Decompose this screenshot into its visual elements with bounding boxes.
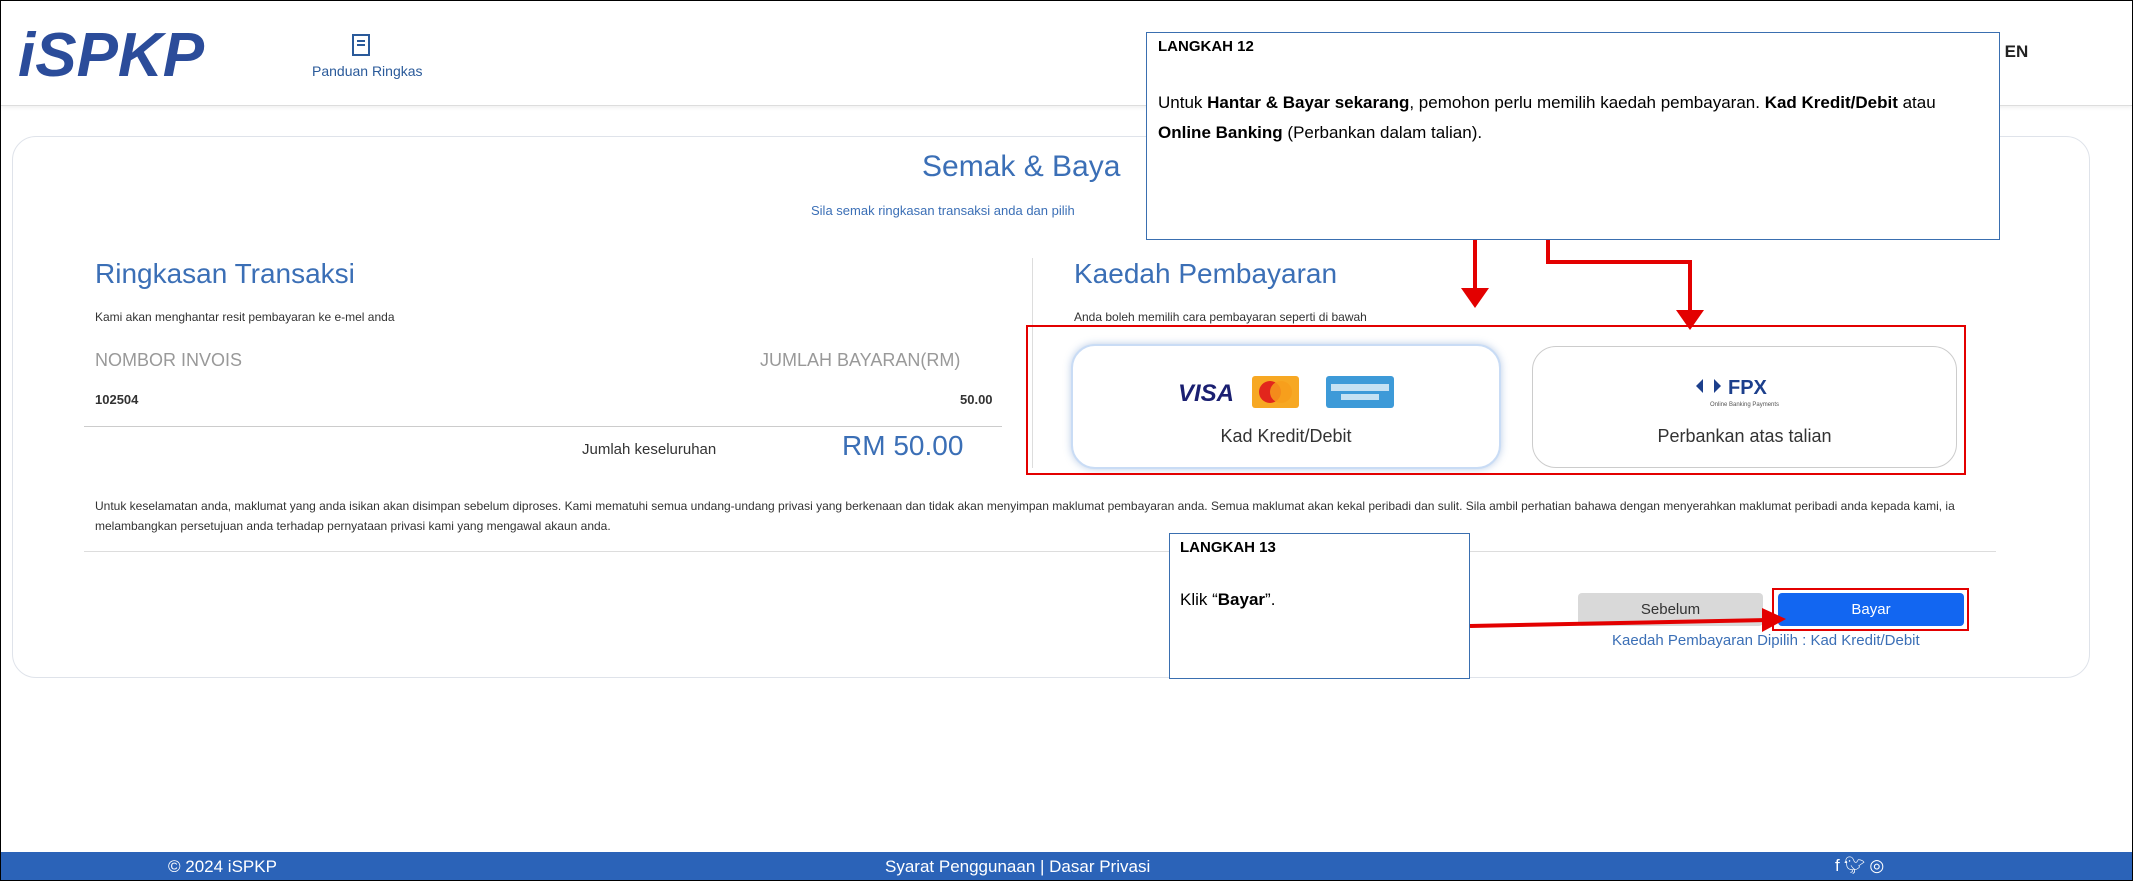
guide-link[interactable]: Panduan Ringkas <box>312 63 423 79</box>
footer-social: f🐦︎◎ <box>1835 856 1888 876</box>
callout-step-12-text: Untuk Hantar & Bayar sekarang, pemohon p… <box>1158 88 1988 148</box>
annotation-highlight-pay <box>1772 588 1969 631</box>
callout-text-bold: Online Banking <box>1158 123 1283 142</box>
callout-text-part: atau <box>1897 93 1936 112</box>
lang-en[interactable]: EN <box>2005 42 2029 61</box>
ispkp-logo[interactable]: iSPKP <box>18 18 318 98</box>
actions-divider <box>84 551 1996 552</box>
summary-note: Kami akan menghantar resit pembayaran ke… <box>95 310 395 324</box>
callout-text-bold: Hantar & Bayar sekarang <box>1207 93 1410 112</box>
summary-title: Ringkasan Transaksi <box>95 258 355 289</box>
previous-button[interactable]: Sebelum <box>1578 593 1763 626</box>
footer-copyright: © 2024 iSPKP <box>168 857 277 876</box>
callout-text-part: Klik “ <box>1180 590 1218 609</box>
total-value: RM 50.00 <box>842 430 964 461</box>
callout-text-part: , pemohon perlu memilih kaedah pembayara… <box>1409 93 1765 112</box>
annotation-highlight-methods <box>1026 325 1966 475</box>
invoice-amount: 50.00 <box>960 392 993 407</box>
callout-text-part: ”. <box>1265 590 1276 609</box>
callout-step-13-text: Klik “Bayar”. <box>1180 590 1275 610</box>
payment-method-note: Anda boleh memilih cara pembayaran seper… <box>1074 310 1367 324</box>
total-label: Jumlah keseluruhan <box>582 441 717 458</box>
privacy-disclaimer: Untuk keselamatan anda, maklumat yang an… <box>95 499 1955 533</box>
footer-links[interactable]: Syarat Penggunaan | Dasar Privasi <box>885 857 1150 877</box>
callout-step-13-title: LANGKAH 13 <box>1180 539 1276 556</box>
callout-text-bold: Bayar <box>1217 590 1266 609</box>
summary-divider <box>84 426 1002 427</box>
twitter-icon[interactable]: 🐦︎ <box>1844 856 1870 875</box>
callout-text-part: (Perbankan dalam talian). <box>1282 123 1483 142</box>
guide-book-icon[interactable] <box>347 33 375 57</box>
instagram-icon[interactable]: ◎ <box>1869 856 1888 875</box>
page-title: Semak & Baya <box>922 150 1121 183</box>
column-header-invoice: NOMBOR INVOIS <box>95 350 243 370</box>
callout-text-bold: Kad Kredit/Debit <box>1764 93 1898 112</box>
invoice-number: 102504 <box>95 392 139 407</box>
callout-text-part: Untuk <box>1158 93 1208 112</box>
page-subtitle: Sila semak ringkasan transaksi anda dan … <box>811 203 1075 218</box>
facebook-icon[interactable]: f <box>1835 856 1844 875</box>
callout-step-12-title: LANGKAH 12 <box>1158 38 1254 55</box>
selected-method-text: Kaedah Pembayaran Dipilih : Kad Kredit/D… <box>1612 632 1920 649</box>
svg-text:iSPKP: iSPKP <box>18 21 205 90</box>
payment-method-title: Kaedah Pembayaran <box>1074 258 1338 289</box>
column-header-amount: JUMLAH BAYARAN(RM) <box>760 350 961 370</box>
